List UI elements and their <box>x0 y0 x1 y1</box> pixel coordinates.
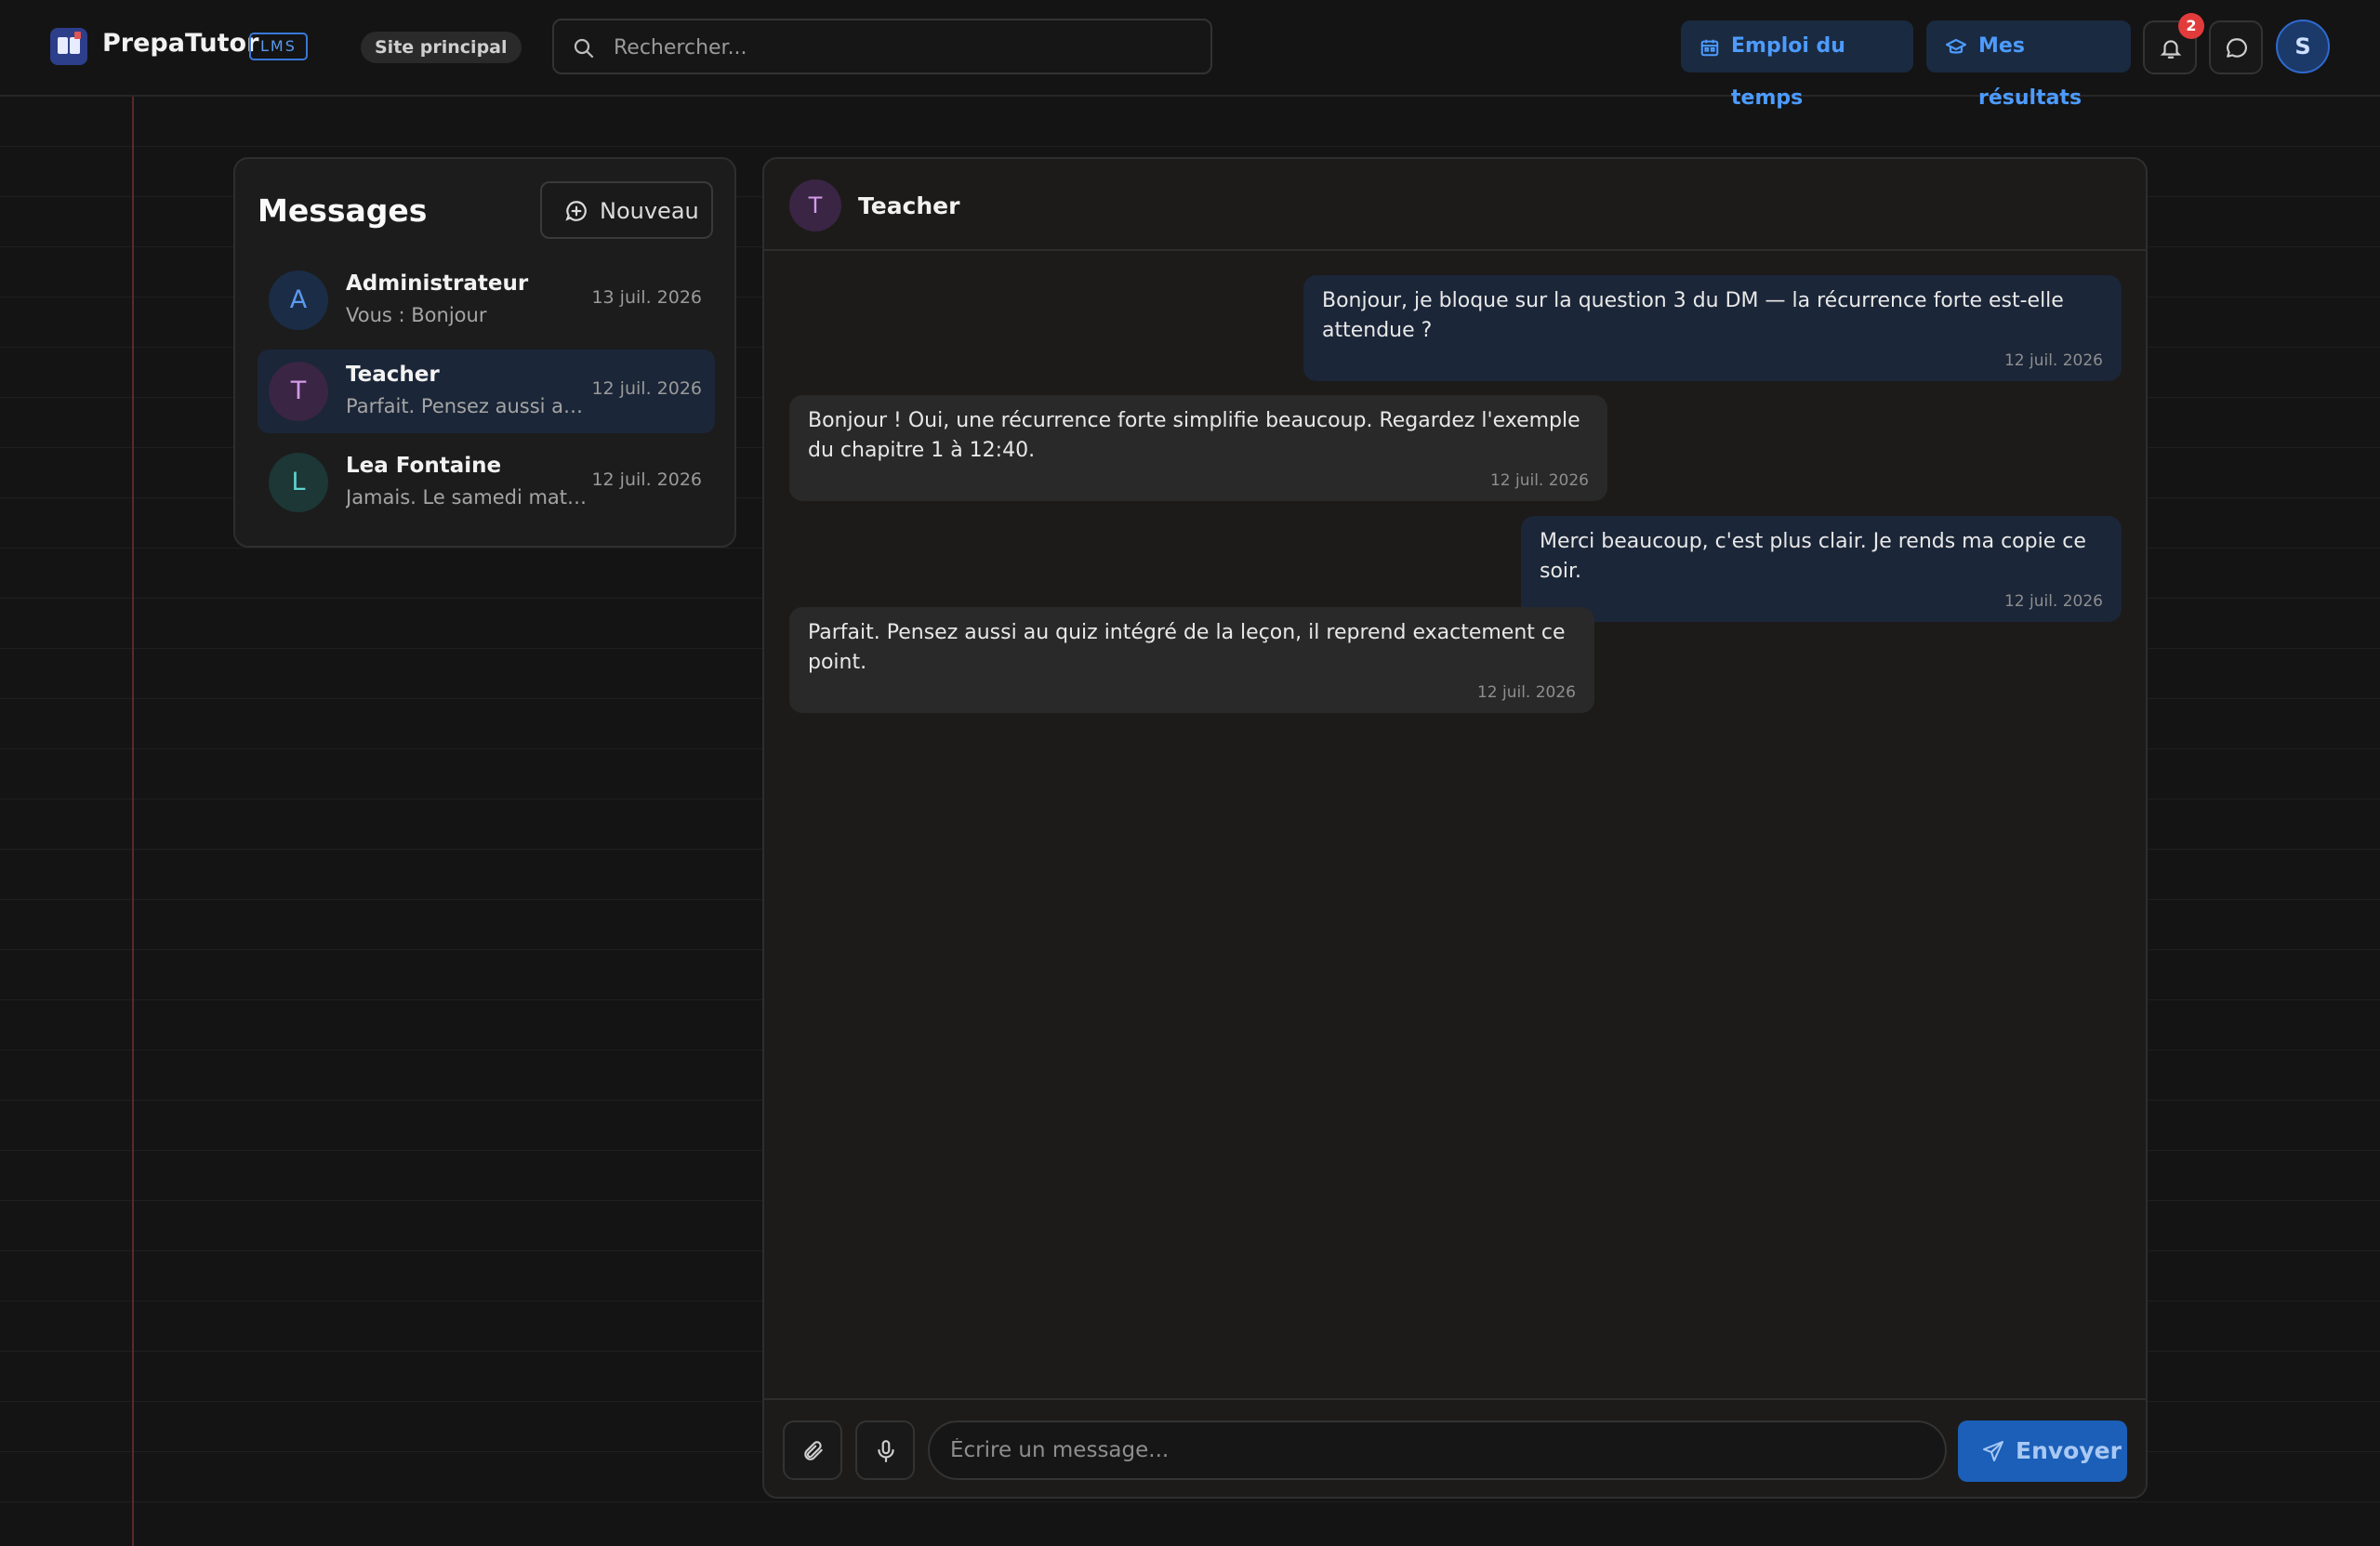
user-avatar[interactable]: S <box>2276 20 2330 73</box>
conversation-date: 12 juil. 2026 <box>591 469 702 490</box>
message-input[interactable] <box>928 1420 1947 1480</box>
message-text: Parfait. Pensez aussi au quiz intégré de… <box>808 621 1566 674</box>
message-bubble-incoming: Bonjour ! Oui, une récurrence forte simp… <box>789 395 1607 501</box>
conversation-item-administrateur[interactable]: A Administrateur Vous : Bonjour 13 juil.… <box>258 258 715 342</box>
conversation-preview: Vous : Bonjour <box>346 304 487 326</box>
messages-title: Messages <box>258 192 428 229</box>
search-input[interactable] <box>612 20 1192 74</box>
conversation-date: 13 juil. 2026 <box>591 287 702 308</box>
notebook-margin-line <box>132 97 134 1546</box>
conversation-date: 12 juil. 2026 <box>591 378 702 399</box>
schedule-button[interactable]: Emploi du temps <box>1681 20 1913 110</box>
messages-button[interactable] <box>2209 20 2263 74</box>
message-text: Merci beaucoup, c'est plus clair. Je ren… <box>1540 530 2086 583</box>
message-time: 12 juil. 2026 <box>1489 471 1589 490</box>
conversation-preview: Jamais. Le samedi matin ... <box>346 486 588 509</box>
message-time: 12 juil. 2026 <box>2003 351 2103 370</box>
chat-panel: T Teacher Bonjour, je bloque sur la ques… <box>762 157 2148 1499</box>
conversation-name: Teacher <box>346 363 440 387</box>
add-message-icon <box>565 201 587 221</box>
message-text: Bonjour ! Oui, une récurrence forte simp… <box>808 409 1580 462</box>
avatar: L <box>269 453 328 512</box>
voice-button[interactable] <box>855 1420 915 1480</box>
brand-name[interactable]: PrepaTutor <box>102 29 258 58</box>
search-icon <box>573 37 595 63</box>
notification-count-badge: 2 <box>2178 13 2204 39</box>
conversation-item-lea-fontaine[interactable]: L Lea Fontaine Jamais. Le samedi matin .… <box>258 441 715 524</box>
message-bubble-incoming: Parfait. Pensez aussi au quiz intégré de… <box>789 607 1594 713</box>
search-box[interactable] <box>552 19 1212 74</box>
conversations-panel: Messages Nouveau A Administrateur Vous :… <box>233 157 736 548</box>
new-conversation-label: Nouveau <box>600 198 699 224</box>
bell-icon <box>2160 40 2182 59</box>
message-time: 12 juil. 2026 <box>1476 683 1576 702</box>
book-logo-icon[interactable] <box>50 28 87 65</box>
contact-name: Teacher <box>858 192 960 219</box>
send-label: Envoyer <box>2016 1437 2122 1464</box>
chat-header: T Teacher <box>764 159 2146 251</box>
new-conversation-button[interactable]: Nouveau <box>540 181 713 239</box>
conversation-name: Lea Fontaine <box>346 454 502 478</box>
send-icon <box>1983 1441 2003 1461</box>
results-button[interactable]: Mes résultats <box>1926 20 2131 110</box>
attach-button[interactable] <box>783 1420 842 1480</box>
contact-avatar: T <box>789 179 841 231</box>
site-principal-link[interactable]: Site principal <box>361 32 522 63</box>
message-bubble-outgoing: Bonjour, je bloque sur la question 3 du … <box>1303 275 2122 381</box>
avatar: T <box>269 362 328 421</box>
message-composer: Envoyer <box>764 1398 2146 1497</box>
schedule-label: Emploi du temps <box>1731 34 1845 110</box>
message-bubble-outgoing: Merci beaucoup, c'est plus clair. Je ren… <box>1521 516 2122 622</box>
calendar-icon <box>1700 39 1719 57</box>
graduation-cap-icon <box>1945 38 1967 54</box>
results-label: Mes résultats <box>1978 34 2082 110</box>
chat-bubble-icon <box>2227 38 2247 58</box>
conversation-name: Administrateur <box>346 271 529 296</box>
send-button[interactable]: Envoyer <box>1958 1420 2127 1482</box>
lms-badge: LMS <box>249 33 308 60</box>
message-text: Bonjour, je bloque sur la question 3 du … <box>1322 289 2064 342</box>
paperclip-icon <box>804 1441 823 1460</box>
microphone-icon <box>878 1440 894 1462</box>
conversation-preview: Parfait. Pensez aussi au quiz intégré de… <box>346 395 588 417</box>
message-time: 12 juil. 2026 <box>2003 592 2103 611</box>
top-bar: PrepaTutor LMS Site principal Emploi du … <box>0 0 2380 110</box>
conversation-item-teacher[interactable]: T Teacher Parfait. Pensez aussi au quiz … <box>258 350 715 433</box>
avatar: A <box>269 271 328 330</box>
